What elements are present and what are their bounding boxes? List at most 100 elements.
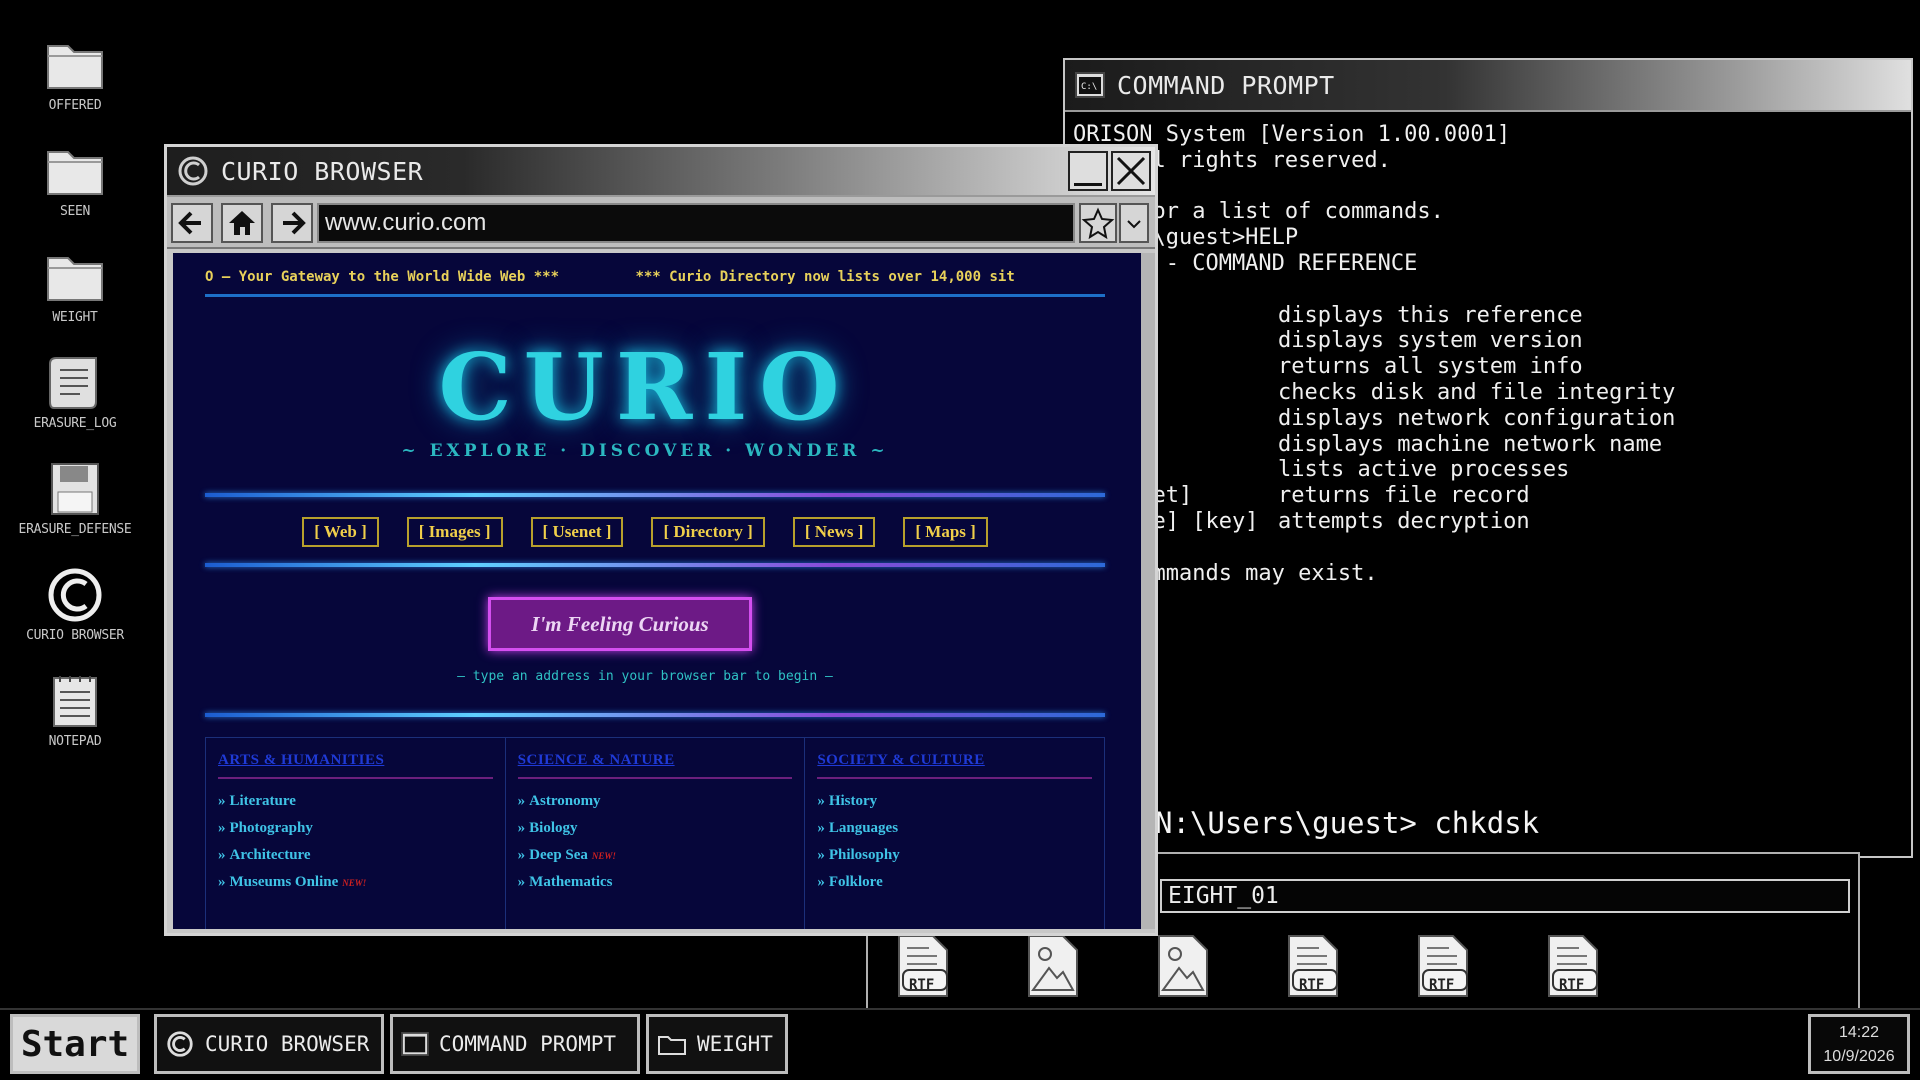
start-button[interactable]: Start xyxy=(10,1014,140,1074)
svg-text:C:\: C:\ xyxy=(1081,82,1097,92)
cmd-reference-row: E [file] [key] attempts decryption xyxy=(1073,509,1903,535)
taskbar-item-label: COMMAND PROMPT xyxy=(439,1032,617,1056)
folder-icon xyxy=(10,142,140,200)
category-link-label: Philosophy xyxy=(828,847,900,863)
close-button[interactable] xyxy=(1111,151,1151,191)
rtf-file-icon[interactable]: RTF xyxy=(1543,934,1601,998)
category-link[interactable]: » Mathematics xyxy=(518,874,793,891)
nav-link-usenet[interactable]: [ Usenet ] xyxy=(530,517,624,547)
rtf-file-icon[interactable]: RTF xyxy=(1413,934,1471,998)
category-link[interactable]: » Folklore xyxy=(817,874,1092,891)
nav-link-images[interactable]: [ Images ] xyxy=(406,517,503,547)
desktop-icon-weight[interactable]: WEIGHT xyxy=(10,248,140,325)
category-link[interactable]: » Photography xyxy=(218,820,493,837)
cmd-description: displays network configuration xyxy=(1278,405,1676,431)
category-link[interactable]: » Museums Online NEW! xyxy=(218,874,493,891)
image-file-icon[interactable] xyxy=(1023,934,1081,998)
divider xyxy=(205,563,1105,567)
bookmark-button[interactable] xyxy=(1079,203,1117,243)
taskbar-item-weight[interactable]: WEIGHT xyxy=(646,1014,788,1074)
nav-link-web[interactable]: [ Web ] xyxy=(302,517,379,547)
image-file-icon[interactable] xyxy=(1153,934,1211,998)
cmd-line: SYSTEM - COMMAND REFERENCE xyxy=(1073,250,1418,276)
curio-logo: CURIO xyxy=(438,333,852,441)
category-link-label: Biology xyxy=(529,820,578,836)
category-link-label: Museums Online xyxy=(229,874,339,890)
category-link[interactable]: » Astronomy xyxy=(518,793,793,810)
back-button[interactable] xyxy=(171,203,213,243)
curio-logo-icon xyxy=(167,1031,193,1057)
taskbar-item-command-prompt[interactable]: COMMAND PROMPT xyxy=(390,1014,640,1074)
chevron-down-icon xyxy=(1127,220,1141,229)
home-button[interactable] xyxy=(221,203,263,243)
cmd-description: displays machine network name xyxy=(1278,431,1663,457)
cmd-reference-row: ISTlists active processes xyxy=(1073,457,1903,483)
nav-link-directory[interactable]: [ Directory ] xyxy=(651,517,765,547)
category-heading[interactable]: SCIENCE & NATURE xyxy=(517,752,793,779)
category-link-label: Photography xyxy=(229,820,313,836)
bullet-arrow: » xyxy=(218,793,226,809)
rtf-file-icon[interactable]: RTF xyxy=(893,934,951,998)
nav-link-maps[interactable]: [ Maps ] xyxy=(903,517,988,547)
cmd-output: ORISON System [Version 1.00.0001] eo. All… xyxy=(1073,122,1903,586)
rtf-file-icon[interactable]: RTF xyxy=(1283,934,1341,998)
category-link[interactable]: » Deep Sea NEW! xyxy=(518,847,793,864)
bullet-arrow: » xyxy=(817,793,825,809)
cmd-title: COMMAND PROMPT xyxy=(1117,70,1335,100)
browser-titlebar[interactable]: CURIO BROWSER xyxy=(167,147,1155,197)
cmd-blank-line xyxy=(1073,535,1903,561)
minimize-button[interactable] xyxy=(1068,151,1108,191)
notepad-icon xyxy=(10,672,140,730)
clock-time: 14:22 xyxy=(1838,1024,1880,1041)
cmd-line xyxy=(1073,174,1903,200)
category-heading[interactable]: ARTS & HUMANITIES xyxy=(218,752,493,779)
nav-link-news[interactable]: [ News ] xyxy=(792,517,876,547)
desktop-icon-label: CURIO BROWSER xyxy=(26,628,124,643)
cmd-line: ELP" for a list of commands. xyxy=(1073,199,1444,225)
category-link[interactable]: » Languages xyxy=(817,820,1092,837)
cmd-reference-row: Kchecks disk and file integrity xyxy=(1073,380,1903,406)
desktop-icon-offered[interactable]: OFFERED xyxy=(10,36,140,113)
cmd-reference-row: FIGdisplays network configuration xyxy=(1073,406,1903,432)
scrollbar[interactable] xyxy=(1141,253,1155,929)
taskbar-item-curio-browser[interactable]: CURIO BROWSER xyxy=(154,1014,384,1074)
desktop-icon-curio-browser[interactable]: CURIO BROWSER xyxy=(10,566,140,643)
browser-navbar: www.curio.com xyxy=(167,197,1155,249)
desktop-icon-erasure-defense[interactable]: ERASURE_DEFENSE xyxy=(10,460,140,537)
category-link-label: Astronomy xyxy=(529,793,601,809)
bullet-arrow: » xyxy=(517,820,526,836)
category-link[interactable]: » Philosophy xyxy=(817,847,1092,864)
category-link-label: Architecture xyxy=(229,847,311,863)
cmd-prompt-line[interactable]: N:\Users\guest> chkdsk xyxy=(1155,806,1539,840)
dropdown-button[interactable] xyxy=(1119,203,1149,243)
category-link[interactable]: » Biology xyxy=(518,820,793,837)
system-clock[interactable]: 14:22 10/9/2026 xyxy=(1808,1014,1910,1074)
forward-button[interactable] xyxy=(271,203,313,243)
taskbar-item-label: CURIO BROWSER xyxy=(205,1032,370,1056)
category-link[interactable]: » Architecture xyxy=(218,847,493,864)
cmd-reference-row: displays this reference xyxy=(1073,303,1903,329)
folder-path-field[interactable]: EIGHT_01 xyxy=(1160,879,1850,913)
cmd-titlebar[interactable]: C:\ COMMAND PROMPT xyxy=(1065,60,1911,112)
category-column: ARTS & HUMANITIES» Literature» Photography… xyxy=(206,738,506,929)
cmd-description: displays this reference xyxy=(1278,302,1583,328)
desktop-icon-notepad[interactable]: NOTEPAD xyxy=(10,672,140,749)
category-link[interactable]: » Literature xyxy=(218,793,493,810)
cmd-reference-row: displays system version xyxy=(1073,328,1903,354)
terminal-icon: C:\ xyxy=(1075,72,1105,98)
feeling-curious-button[interactable]: I'm Feeling Curious xyxy=(488,597,752,651)
cmd-description: returns file record xyxy=(1278,483,1530,509)
ticker-item: *** Curio Directory now lists over 14,00… xyxy=(635,269,1015,285)
clock-date: 10/9/2026 xyxy=(1823,1048,1895,1065)
category-heading[interactable]: SOCIETY & CULTURE xyxy=(817,752,1093,779)
desktop-icon-erasure-log[interactable]: ERASURE_LOG xyxy=(10,354,140,431)
bullet-arrow: » xyxy=(817,874,825,890)
cmd-line: eo. All rights reserved. xyxy=(1073,147,1391,173)
address-bar[interactable]: www.curio.com xyxy=(317,203,1075,243)
desktop-icon-seen[interactable]: SEEN xyxy=(10,142,140,219)
category-link[interactable]: » History xyxy=(817,793,1092,810)
category-link-label: Mathematics xyxy=(529,874,613,890)
desktop-icon-label: OFFERED xyxy=(48,98,102,113)
file-badge: RTF xyxy=(1559,977,1585,993)
search-type-links: [ Web ] [ Images ] [ Usenet ] [ Directory ]… xyxy=(173,517,1117,547)
